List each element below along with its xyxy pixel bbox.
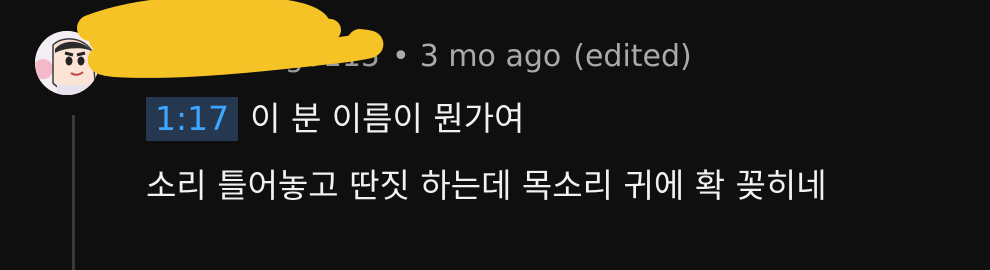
comment-line-1: 1:17 이 분 이름이 뭔가여 [146, 94, 524, 144]
edited-label: (edited) [573, 38, 692, 74]
comment: g0115 • 3 mo ago (edited) 1:17 이 분 이름이 뭔… [0, 0, 990, 270]
thread-line [72, 115, 75, 270]
timestamp-link[interactable]: 1:17 [146, 97, 239, 141]
redaction-scribble [77, 0, 384, 78]
meta-separator: • [392, 38, 410, 74]
comment-time[interactable]: 3 mo ago [420, 39, 562, 74]
comment-text-2: 소리 틀어놓고 딴짓 하는데 목소리 귀에 확 꽂히네 [146, 166, 827, 205]
comment-text-1: 이 분 이름이 뭔가여 [250, 99, 525, 138]
